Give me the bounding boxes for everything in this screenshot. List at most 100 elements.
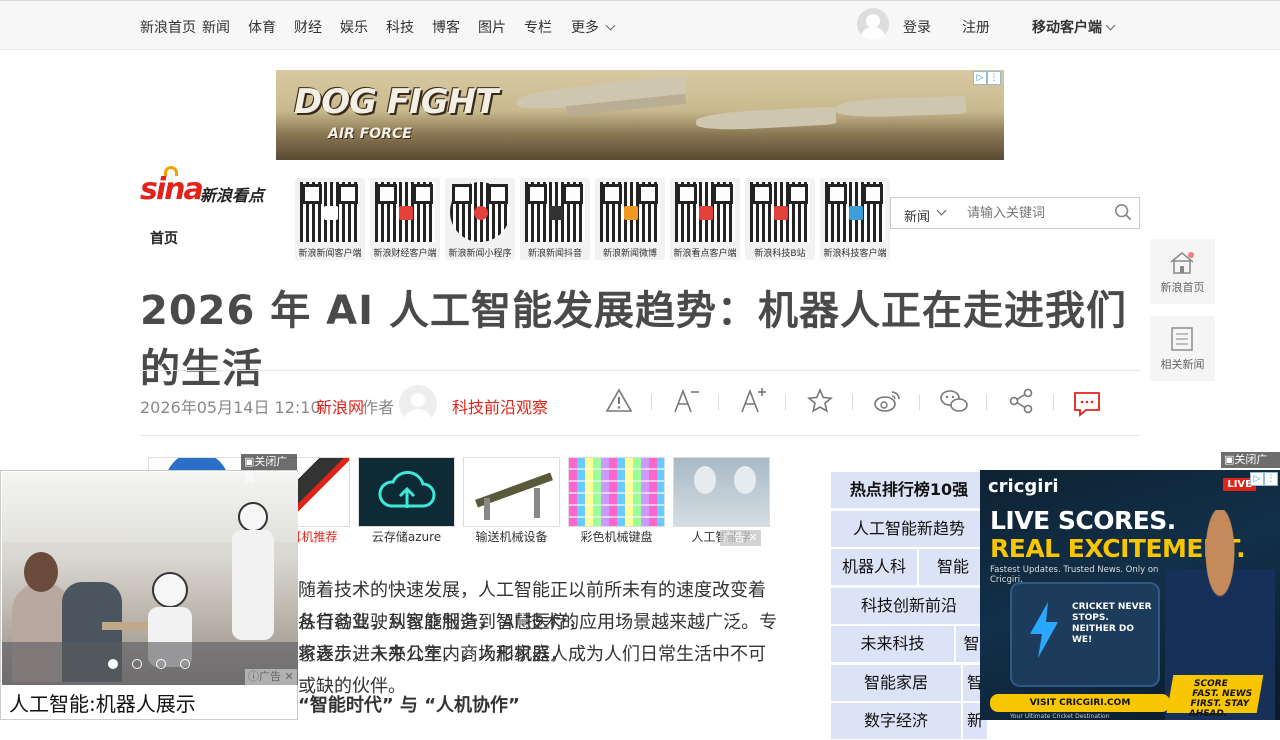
author-label: 作者 xyxy=(362,398,395,417)
divider xyxy=(852,394,853,410)
breadcrumb-home[interactable]: 首页 xyxy=(150,228,178,248)
sina-kandian-logo[interactable]: sina 新浪看点 xyxy=(140,166,280,210)
weibo-share-icon[interactable] xyxy=(872,386,902,416)
ranking-item[interactable]: 未来科技 xyxy=(830,625,955,663)
report-warning-icon[interactable] xyxy=(604,386,634,416)
ad-tag: ⓘ广告 ✕ xyxy=(245,669,297,685)
nav-blog[interactable]: 博客 xyxy=(432,17,460,37)
qr-card-4[interactable]: 新浪新闻抖音 xyxy=(520,178,590,260)
qr-card-3[interactable]: 新浪新闻小程序 xyxy=(445,178,515,260)
nav-news[interactable]: 新闻 xyxy=(202,17,230,37)
chevron-down-icon xyxy=(1105,20,1116,31)
nav-tech[interactable]: 科技 xyxy=(386,17,414,37)
nav-sina-home[interactable]: 新浪首页 xyxy=(140,17,196,37)
recommendation-label[interactable]: 输送机械设备 xyxy=(463,528,560,545)
qr-code-icon xyxy=(675,182,735,242)
airplane-illustration xyxy=(835,95,967,119)
qr-card-2[interactable]: 新浪财经客户端 xyxy=(370,178,440,260)
home-icon xyxy=(1170,252,1194,274)
ranking-item[interactable]: 智能 xyxy=(918,548,988,586)
search-scope-select[interactable]: 新闻 xyxy=(890,197,958,229)
mobile-client-menu[interactable]: 移动客户端 xyxy=(1032,17,1116,37)
side-home-button[interactable]: 新浪首页 xyxy=(1150,239,1215,304)
qr-code-icon xyxy=(825,182,885,242)
nav-entertainment[interactable]: 娱乐 xyxy=(340,17,368,37)
ranking-item[interactable]: 智能家居 xyxy=(830,664,962,702)
nav-photos[interactable]: 图片 xyxy=(478,17,506,37)
ad-menu-icon[interactable]: ⋮ xyxy=(1264,472,1278,486)
ad-tag-label: 广告 xyxy=(259,670,281,683)
qr-label: 新浪科技B站 xyxy=(754,249,806,259)
qr-label: 新浪新闻客户端 xyxy=(298,249,362,259)
qr-card-5[interactable]: 新浪新闻微博 xyxy=(595,178,665,260)
article-source-link[interactable]: 新浪网 xyxy=(316,394,364,418)
divider xyxy=(718,394,719,410)
side-related-news-button[interactable]: 相关新闻 xyxy=(1150,316,1215,381)
ranking-title[interactable]: 热点排行榜10强 xyxy=(830,471,988,509)
mobile-client-label: 移动客户端 xyxy=(1032,20,1102,36)
font-increase-icon[interactable] xyxy=(738,386,768,416)
close-ad-button[interactable]: ▣关闭广告 xyxy=(241,454,297,484)
recommendation-thumb-4[interactable] xyxy=(463,457,560,527)
wechat-share-icon[interactable] xyxy=(939,386,969,416)
user-avatar-icon[interactable] xyxy=(857,8,889,40)
recommendation-thumb-3[interactable] xyxy=(358,457,455,527)
carousel-dot-active[interactable] xyxy=(108,659,118,669)
qr-label: 新浪新闻微博 xyxy=(602,249,657,259)
qr-code-icon xyxy=(525,182,585,242)
recommendation-thumb-6[interactable] xyxy=(673,457,770,527)
floating-left-ad[interactable]: ▣关闭广告 ⓘ广告 ✕ 人工智能:机器人展示 xyxy=(0,454,298,720)
ranking-item[interactable]: 人工智能新趋势 xyxy=(830,510,988,548)
list-icon xyxy=(1171,327,1193,351)
login-link[interactable]: 登录 xyxy=(903,17,931,37)
favorite-star-icon[interactable] xyxy=(805,386,835,416)
divider xyxy=(140,435,1140,436)
carousel-dot[interactable] xyxy=(156,659,166,669)
qr-label: 新浪新闻抖音 xyxy=(527,249,582,259)
nav-sports[interactable]: 体育 xyxy=(248,17,276,37)
logo-brand: sina xyxy=(140,172,204,207)
nav-more[interactable]: 更多 xyxy=(571,17,616,37)
mini-ad-label[interactable]: 广告 ✕ xyxy=(720,530,761,546)
recommendation-thumb-5[interactable] xyxy=(568,457,665,527)
banner-subtitle: AIR FORCE xyxy=(328,126,412,142)
nav-finance[interactable]: 财经 xyxy=(294,17,322,37)
floating-right-ad[interactable]: cricgiri LIVE ▷ ⋮ LIVE SCORES. REAL EXCI… xyxy=(980,470,1280,720)
share-icon[interactable] xyxy=(1006,386,1036,416)
ad-cta-button[interactable]: VISIT CRICGIRI.COM xyxy=(990,694,1170,712)
ad-choices-icon[interactable]: ▷ xyxy=(973,71,987,85)
search-input[interactable] xyxy=(957,197,1140,229)
nav-more-label: 更多 xyxy=(571,20,599,36)
search-icon[interactable] xyxy=(1114,203,1132,221)
banner-ad[interactable]: DOG FIGHT AIR FORCE ▷ ⋮ xyxy=(276,70,1004,160)
close-ad-button[interactable]: ▣关闭广告 xyxy=(1221,452,1280,482)
font-decrease-icon[interactable] xyxy=(671,386,701,416)
top-navigation-bar: 新浪首页 新闻 体育 财经 娱乐 科技 博客 图片 专栏 更多 登录 注册 移动… xyxy=(0,0,1280,50)
ranking-item[interactable]: 科技创新前沿 xyxy=(830,587,988,625)
recommendation-label[interactable]: 云存储azure xyxy=(358,528,455,545)
ad-choices-icon[interactable]: ▷ xyxy=(1250,472,1264,486)
ad-menu-icon[interactable]: ⋮ xyxy=(987,71,1001,85)
nav-columns[interactable]: 专栏 xyxy=(524,17,552,37)
cloud-upload-icon xyxy=(378,471,436,508)
register-link[interactable]: 注册 xyxy=(962,17,990,37)
ranking-item[interactable]: 数字经济 xyxy=(830,702,962,740)
qr-card-1[interactable]: 新浪新闻客户端 xyxy=(295,178,365,260)
carousel-dot[interactable] xyxy=(132,659,142,669)
recommendation-label[interactable]: 彩色机械键盘 xyxy=(568,528,665,545)
ranking-item[interactable]: 机器人科 xyxy=(830,548,918,586)
author-avatar[interactable] xyxy=(399,385,437,423)
logo-name: 新浪看点 xyxy=(200,186,265,205)
qr-card-8[interactable]: 新浪科技客户端 xyxy=(820,178,890,260)
ad-caption[interactable]: 人工智能:机器人展示 xyxy=(9,688,196,717)
carousel-dot[interactable] xyxy=(180,659,190,669)
ad-badge: SCORE FAST. NEWS FIRST. STAY AHEAD. xyxy=(1166,675,1264,719)
comment-icon[interactable] xyxy=(1072,389,1102,419)
qr-card-6[interactable]: 新浪看点客户端 xyxy=(670,178,740,260)
qr-code-icon xyxy=(300,182,360,242)
qr-label: 新浪科技客户端 xyxy=(823,249,887,259)
qr-code-icon xyxy=(750,182,810,242)
qr-card-7[interactable]: 新浪科技B站 xyxy=(745,178,815,260)
author-name-link[interactable]: 科技前沿观察 xyxy=(452,394,548,418)
divider xyxy=(651,394,652,410)
